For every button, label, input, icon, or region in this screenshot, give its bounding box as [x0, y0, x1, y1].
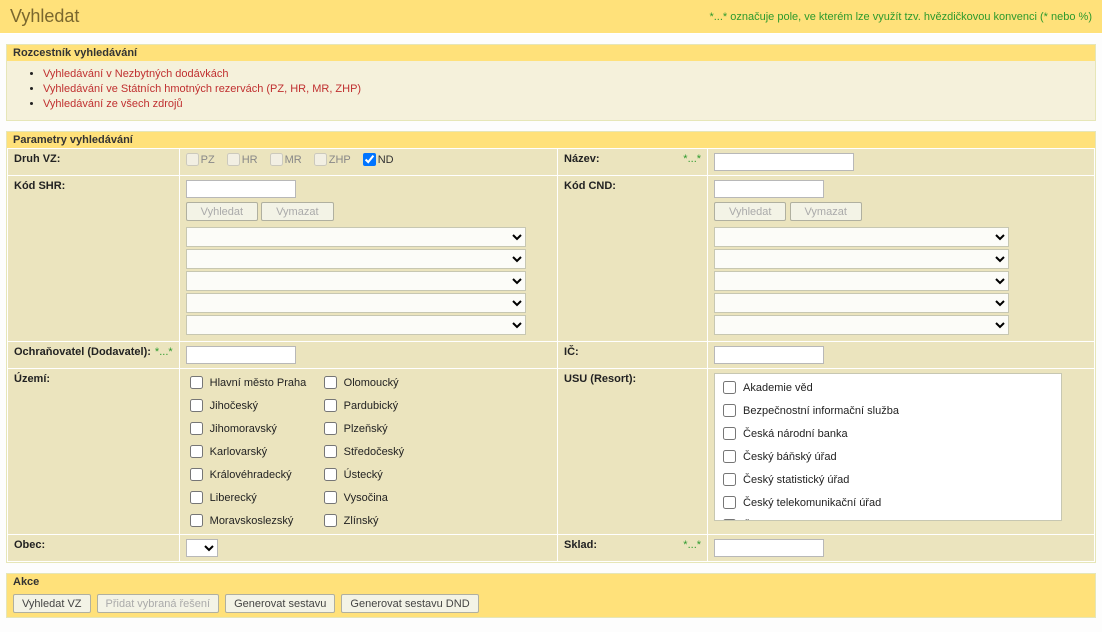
- usu-item-5[interactable]: Český telekomunikační úřad: [719, 491, 1057, 514]
- label-kod-shr: Kód SHR:: [8, 176, 180, 342]
- actions-row: Vyhledat VZ Přidat vybraná řešení Genero…: [7, 590, 1095, 617]
- label-ochranovatel: Ochraňovatel (Dodavatel):: [14, 346, 151, 358]
- combo-cnd-4[interactable]: [714, 293, 1009, 313]
- usu-item-1[interactable]: Bezpečnostní informační služba: [719, 399, 1057, 422]
- region-plzeňský[interactable]: Plzeňský: [320, 419, 450, 438]
- usu-list[interactable]: Akademie vědBezpečnostní informační služ…: [714, 373, 1062, 521]
- druh-checkboxes: PZ HR MR ZHP ND: [186, 153, 551, 166]
- region-pardubický[interactable]: Pardubický: [320, 396, 450, 415]
- btn-pridat-reseni: Přidat vybraná řešení: [97, 594, 220, 613]
- region-moravskoslezský[interactable]: Moravskoslezský: [186, 511, 316, 530]
- btn-shr-vyhledat: Vyhledat: [186, 202, 258, 221]
- input-sklad[interactable]: [714, 539, 824, 557]
- region-karlovarský[interactable]: Karlovarský: [186, 442, 316, 461]
- star-ochranovatel: *...*: [155, 346, 173, 358]
- input-ic[interactable]: [714, 346, 824, 364]
- region-olomoucký[interactable]: Olomoucký: [320, 373, 450, 392]
- region-liberecký[interactable]: Liberecký: [186, 488, 316, 507]
- btn-cnd-vyhledat: Vyhledat: [714, 202, 786, 221]
- chk-mr: [270, 153, 283, 166]
- region-vysočina[interactable]: Vysočina: [320, 488, 450, 507]
- combo-shr-4[interactable]: [186, 293, 526, 313]
- params-title: Parametry vyhledávání: [7, 132, 1095, 148]
- signpost-link-0[interactable]: Vyhledávání v Nezbytných dodávkách: [43, 68, 228, 80]
- label-kod-cnd: Kód CND:: [558, 176, 708, 342]
- page-title: Vyhledat: [10, 6, 79, 27]
- params-form: Druh VZ: PZ HR MR ZHP ND Název: *...* Kó…: [7, 148, 1095, 562]
- signpost-link-2[interactable]: Vyhledávání ze všech zdrojů: [43, 98, 183, 110]
- label-obec: Obec:: [8, 535, 180, 562]
- combo-cnd-1[interactable]: [714, 227, 1009, 247]
- usu-item-6[interactable]: Český úřad zeměměřičský a katastrální: [719, 514, 1057, 521]
- btn-gen-sestavu-dnd[interactable]: Generovat sestavu DND: [341, 594, 478, 613]
- page-header: Vyhledat *...* označuje pole, ve kterém …: [0, 0, 1102, 34]
- region-grid: Hlavní město PrahaOlomouckýJihočeskýPard…: [186, 373, 551, 530]
- region-zlínský[interactable]: Zlínský: [320, 511, 450, 530]
- region-jihomoravský[interactable]: Jihomoravský: [186, 419, 316, 438]
- region-královéhradecký[interactable]: Královéhradecký: [186, 465, 316, 484]
- input-nazev[interactable]: [714, 153, 854, 171]
- actions-panel: Akce Vyhledat VZ Přidat vybraná řešení G…: [6, 573, 1096, 618]
- label-ic: IČ:: [558, 342, 708, 369]
- signpost-body: Vyhledávání v Nezbytných dodávkách Vyhled…: [7, 61, 1095, 120]
- combo-shr-5[interactable]: [186, 315, 526, 335]
- params-panel: Parametry vyhledávání Druh VZ: PZ HR MR …: [6, 131, 1096, 563]
- btn-cnd-vymazat: Vymazat: [790, 202, 862, 221]
- chk-zhp: [314, 153, 327, 166]
- region-jihočeský[interactable]: Jihočeský: [186, 396, 316, 415]
- select-obec[interactable]: [186, 539, 218, 557]
- combo-shr-1[interactable]: [186, 227, 526, 247]
- input-kod-cnd[interactable]: [714, 180, 824, 198]
- chk-hr: [227, 153, 240, 166]
- actions-title: Akce: [7, 574, 1095, 590]
- btn-vyhledat-vz[interactable]: Vyhledat VZ: [13, 594, 91, 613]
- signpost-panel: Rozcestník vyhledávání Vyhledávání v Nez…: [6, 44, 1096, 121]
- signpost-link-1[interactable]: Vyhledávání ve Státních hmotných rezervá…: [43, 83, 361, 95]
- signpost-title: Rozcestník vyhledávání: [7, 45, 1095, 61]
- wildcard-hint: *...* označuje pole, ve kterém lze využí…: [709, 11, 1092, 23]
- btn-gen-sestavu[interactable]: Generovat sestavu: [225, 594, 335, 613]
- chk-pz: [186, 153, 199, 166]
- btn-shr-vymazat: Vymazat: [261, 202, 333, 221]
- label-uzemi: Území:: [8, 369, 180, 535]
- usu-item-0[interactable]: Akademie věd: [719, 376, 1057, 399]
- label-druh: Druh VZ:: [8, 149, 180, 176]
- label-sklad: Sklad:: [564, 539, 597, 551]
- label-nazev: Název:: [564, 153, 599, 165]
- combo-shr-3[interactable]: [186, 271, 526, 291]
- input-ochranovatel[interactable]: [186, 346, 296, 364]
- combo-cnd-3[interactable]: [714, 271, 1009, 291]
- usu-item-3[interactable]: Český báňský úřad: [719, 445, 1057, 468]
- region-ústecký[interactable]: Ústecký: [320, 465, 450, 484]
- usu-item-4[interactable]: Český statistický úřad: [719, 468, 1057, 491]
- combo-shr-2[interactable]: [186, 249, 526, 269]
- chk-nd[interactable]: [363, 153, 376, 166]
- region-hlavní-město-praha[interactable]: Hlavní město Praha: [186, 373, 316, 392]
- combo-cnd-5[interactable]: [714, 315, 1009, 335]
- label-usu: USU (Resort):: [558, 369, 708, 535]
- usu-item-2[interactable]: Česká národní banka: [719, 422, 1057, 445]
- region-středočeský[interactable]: Středočeský: [320, 442, 450, 461]
- star-sklad: *...*: [683, 539, 701, 551]
- input-kod-shr[interactable]: [186, 180, 296, 198]
- star-nazev: *...*: [683, 153, 701, 165]
- combo-cnd-2[interactable]: [714, 249, 1009, 269]
